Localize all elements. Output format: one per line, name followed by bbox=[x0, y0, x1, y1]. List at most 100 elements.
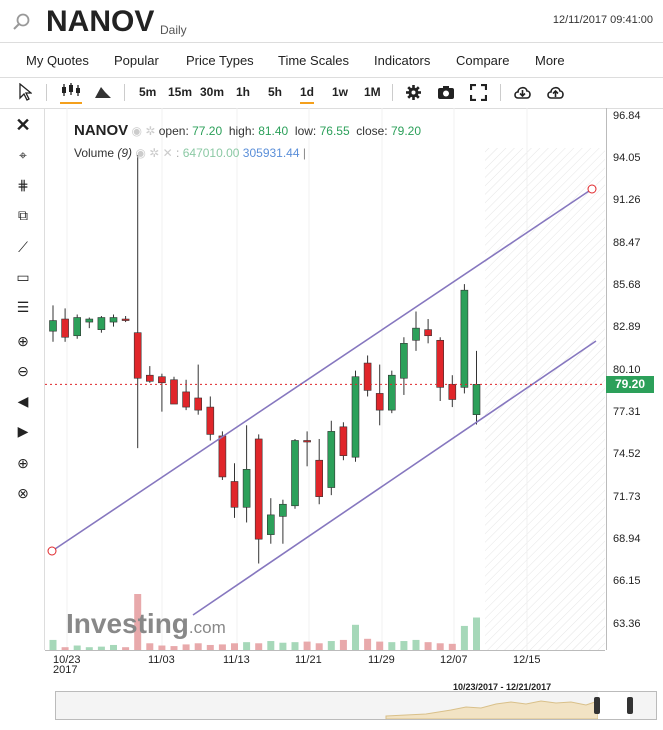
y-tick-label: 74.52 bbox=[613, 448, 641, 461]
channel-anchor-point[interactable] bbox=[47, 546, 57, 556]
rectangle-icon[interactable]: ▭ bbox=[14, 268, 32, 286]
candle[interactable] bbox=[73, 314, 82, 339]
interval-1M[interactable]: 1M bbox=[364, 82, 381, 102]
menu-compare[interactable]: Compare bbox=[456, 53, 509, 68]
volume-bar bbox=[303, 641, 311, 650]
open-label: open: bbox=[158, 124, 189, 138]
candle[interactable] bbox=[49, 305, 57, 342]
time-axis[interactable]: 10/23 11/03 11/13 11/21 11/29 12/07 12/15 2017 bbox=[45, 650, 605, 676]
zoom-forward-icon[interactable]: ⊕ bbox=[14, 454, 32, 472]
candle[interactable] bbox=[158, 373, 166, 412]
candle[interactable] bbox=[327, 420, 336, 496]
camera-icon[interactable] bbox=[437, 85, 455, 100]
navigator-right-handle[interactable] bbox=[627, 697, 633, 714]
candle[interactable] bbox=[339, 422, 348, 461]
candle[interactable] bbox=[448, 375, 457, 408]
horizontal-lines-icon[interactable]: ☰ bbox=[14, 298, 32, 316]
close-icon[interactable]: ✕ bbox=[163, 146, 173, 160]
candle[interactable] bbox=[400, 337, 408, 395]
candle[interactable] bbox=[133, 155, 142, 449]
candle[interactable] bbox=[291, 438, 299, 509]
low-label: low: bbox=[294, 124, 317, 138]
gear-icon[interactable]: ✲ bbox=[145, 124, 155, 138]
menu-popular[interactable]: Popular bbox=[114, 53, 159, 68]
interval-1d[interactable]: 1d bbox=[300, 82, 315, 104]
candle-body bbox=[73, 317, 82, 337]
interval-15m[interactable]: 15m bbox=[168, 82, 192, 102]
candle[interactable] bbox=[412, 311, 420, 351]
y-tick-label: 71.73 bbox=[613, 490, 641, 503]
candle[interactable] bbox=[170, 376, 178, 405]
menu-more[interactable]: More bbox=[535, 53, 565, 68]
zoom-in-icon[interactable]: ⊕ bbox=[14, 332, 32, 350]
candle[interactable] bbox=[315, 438, 324, 505]
candle[interactable] bbox=[109, 314, 118, 327]
navigator[interactable] bbox=[55, 691, 657, 720]
candle[interactable] bbox=[242, 425, 251, 523]
gear-icon[interactable] bbox=[405, 84, 422, 101]
candle-body bbox=[218, 435, 227, 478]
volume-bar bbox=[279, 642, 287, 650]
zoom-reset-icon[interactable]: ⊗ bbox=[14, 484, 32, 502]
scroll-left-icon[interactable]: ◀ bbox=[14, 392, 32, 410]
interval-1h[interactable]: 1h bbox=[236, 82, 250, 102]
eye-icon[interactable]: ◉ bbox=[132, 124, 142, 138]
gear-icon[interactable]: ✲ bbox=[149, 146, 159, 160]
scroll-right-icon[interactable]: ▶ bbox=[14, 422, 32, 440]
close-icon[interactable]: ✕ bbox=[14, 116, 32, 134]
menu-my-quotes[interactable]: My Quotes bbox=[26, 53, 89, 68]
candle-body bbox=[363, 362, 372, 391]
candle[interactable] bbox=[61, 308, 69, 342]
y-tick-label: 66.15 bbox=[613, 575, 641, 588]
zoom-out-icon[interactable]: ⊖ bbox=[14, 362, 32, 380]
interval-1w[interactable]: 1w bbox=[332, 82, 348, 102]
trend-line-icon[interactable]: ⟋ bbox=[14, 238, 32, 256]
candle[interactable] bbox=[97, 315, 106, 333]
menu-time-scales[interactable]: Time Scales bbox=[278, 53, 349, 68]
candle[interactable] bbox=[267, 498, 275, 544]
candle[interactable] bbox=[387, 370, 396, 414]
fullscreen-icon[interactable] bbox=[470, 84, 487, 101]
channel-anchor-point[interactable] bbox=[587, 184, 597, 194]
interval-30m[interactable]: 30m bbox=[200, 82, 224, 102]
candlestick-type-icon[interactable] bbox=[60, 81, 82, 105]
candle[interactable] bbox=[194, 364, 202, 415]
interval-5h[interactable]: 5h bbox=[268, 82, 282, 102]
crosshair-remove-icon[interactable]: ⌖ bbox=[14, 146, 32, 164]
search-icon[interactable] bbox=[12, 12, 32, 32]
copy-icon[interactable]: ⧉ bbox=[14, 206, 32, 224]
candle[interactable] bbox=[146, 366, 154, 383]
candle[interactable] bbox=[85, 317, 94, 329]
chart-plot-area[interactable] bbox=[45, 108, 605, 650]
volume-bar bbox=[291, 642, 299, 650]
cloud-download-icon[interactable] bbox=[513, 84, 532, 101]
candle[interactable] bbox=[121, 315, 130, 323]
interval-5m[interactable]: 5m bbox=[139, 82, 156, 102]
menu-indicators[interactable]: Indicators bbox=[374, 53, 430, 68]
navigator-minichart bbox=[385, 692, 630, 719]
menu-price-types[interactable]: Price Types bbox=[186, 53, 254, 68]
cloud-upload-icon[interactable] bbox=[546, 84, 565, 101]
candle[interactable] bbox=[254, 434, 263, 564]
candle[interactable] bbox=[436, 337, 445, 402]
volume-bar bbox=[473, 617, 480, 650]
candle[interactable] bbox=[424, 319, 432, 344]
candle[interactable] bbox=[472, 350, 481, 425]
candle[interactable] bbox=[303, 431, 311, 467]
candle[interactable] bbox=[206, 396, 215, 441]
y-tick-label: 85.68 bbox=[613, 278, 641, 291]
cursor-icon[interactable] bbox=[18, 83, 32, 101]
last-price-tag: 79.20 bbox=[606, 376, 654, 394]
crosshair-icon[interactable]: ⋕ bbox=[14, 176, 32, 194]
candle[interactable] bbox=[279, 499, 287, 544]
candle[interactable] bbox=[460, 284, 469, 394]
area-type-icon[interactable] bbox=[94, 84, 112, 99]
price-chart[interactable] bbox=[45, 108, 605, 650]
candle-body bbox=[254, 438, 263, 540]
candle-body bbox=[97, 317, 106, 330]
candle[interactable] bbox=[363, 355, 372, 397]
eye-icon[interactable]: ◉ bbox=[135, 146, 145, 160]
navigator-left-handle[interactable] bbox=[594, 697, 600, 714]
close-value: 79.20 bbox=[391, 124, 422, 138]
candle-body bbox=[400, 343, 408, 379]
